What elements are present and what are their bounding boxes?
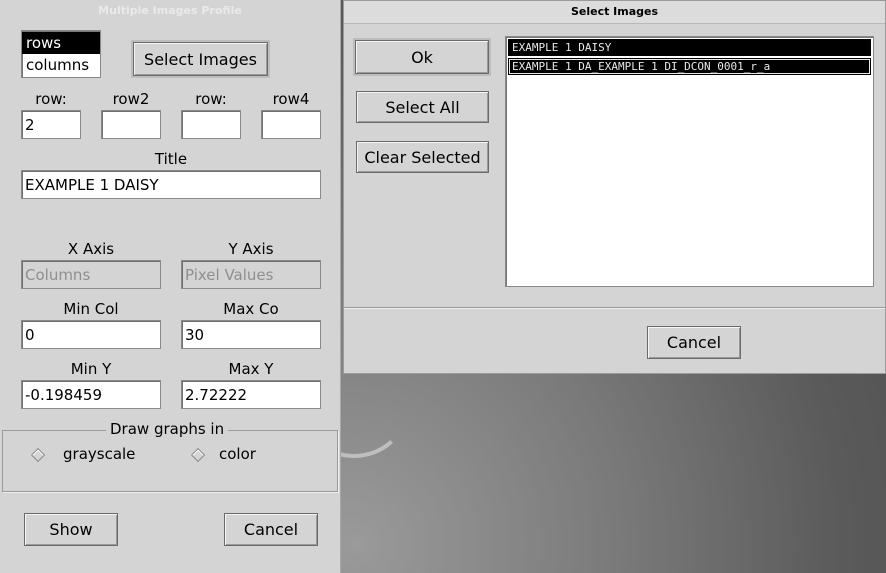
x-axis-input <box>21 260 161 289</box>
show-button[interactable]: Show <box>24 513 118 546</box>
min-y-label: Min Y <box>70 360 112 378</box>
clear-selected-button[interactable]: Clear Selected <box>356 141 489 173</box>
y-axis-label: Y Axis <box>228 240 274 258</box>
row4-input[interactable] <box>261 110 321 139</box>
select-images-button[interactable]: Select Images <box>131 40 270 78</box>
row2-label: row2 <box>112 90 150 108</box>
cancel-button[interactable]: Cancel <box>224 513 318 546</box>
list-item-columns[interactable]: columns <box>22 54 100 76</box>
list-item-rows[interactable]: rows <box>22 32 100 54</box>
row3-label: row: <box>195 90 227 108</box>
cancel-button[interactable]: Cancel <box>647 326 741 359</box>
max-y-input[interactable] <box>181 380 321 409</box>
row-column-list[interactable]: rows columns <box>21 30 101 78</box>
select-images-window: Select Images Ok Select All Clear Select… <box>343 0 886 374</box>
x-axis-label: X Axis <box>67 240 115 258</box>
image-list-item[interactable]: EXAMPLE 1 DA_EXAMPLE 1 DI_DCON_0001_r_a <box>508 58 871 75</box>
window-title: Select Images <box>344 1 885 24</box>
row1-label: row: <box>35 90 67 108</box>
min-col-input[interactable] <box>21 320 161 349</box>
image-list[interactable]: EXAMPLE 1 DAISY EXAMPLE 1 DA_EXAMPLE 1 D… <box>505 36 874 287</box>
row4-label: row4 <box>272 90 310 108</box>
grayscale-label[interactable]: grayscale <box>63 445 135 463</box>
ok-button[interactable]: Ok <box>353 38 491 76</box>
min-y-input[interactable] <box>21 380 161 409</box>
select-all-button[interactable]: Select All <box>356 91 489 123</box>
window-separator <box>344 307 885 309</box>
draw-graphs-group <box>2 430 338 492</box>
row1-input[interactable] <box>21 110 81 139</box>
max-col-label: Max Co <box>223 300 279 318</box>
row2-input[interactable] <box>101 110 161 139</box>
min-col-label: Min Col <box>63 300 119 318</box>
title-input[interactable] <box>21 170 321 199</box>
max-y-label: Max Y <box>228 360 274 378</box>
row3-input[interactable] <box>181 110 241 139</box>
window-title: Multiple Images Profile <box>0 0 340 22</box>
max-col-input[interactable] <box>181 320 321 349</box>
draw-graphs-label: Draw graphs in <box>106 420 229 438</box>
multiple-images-profile-window: Multiple Images Profile rows columns Sel… <box>0 0 341 573</box>
color-label[interactable]: color <box>219 445 256 463</box>
image-list-item[interactable]: EXAMPLE 1 DAISY <box>508 39 871 56</box>
title-label: Title <box>154 150 188 168</box>
y-axis-input <box>181 260 321 289</box>
